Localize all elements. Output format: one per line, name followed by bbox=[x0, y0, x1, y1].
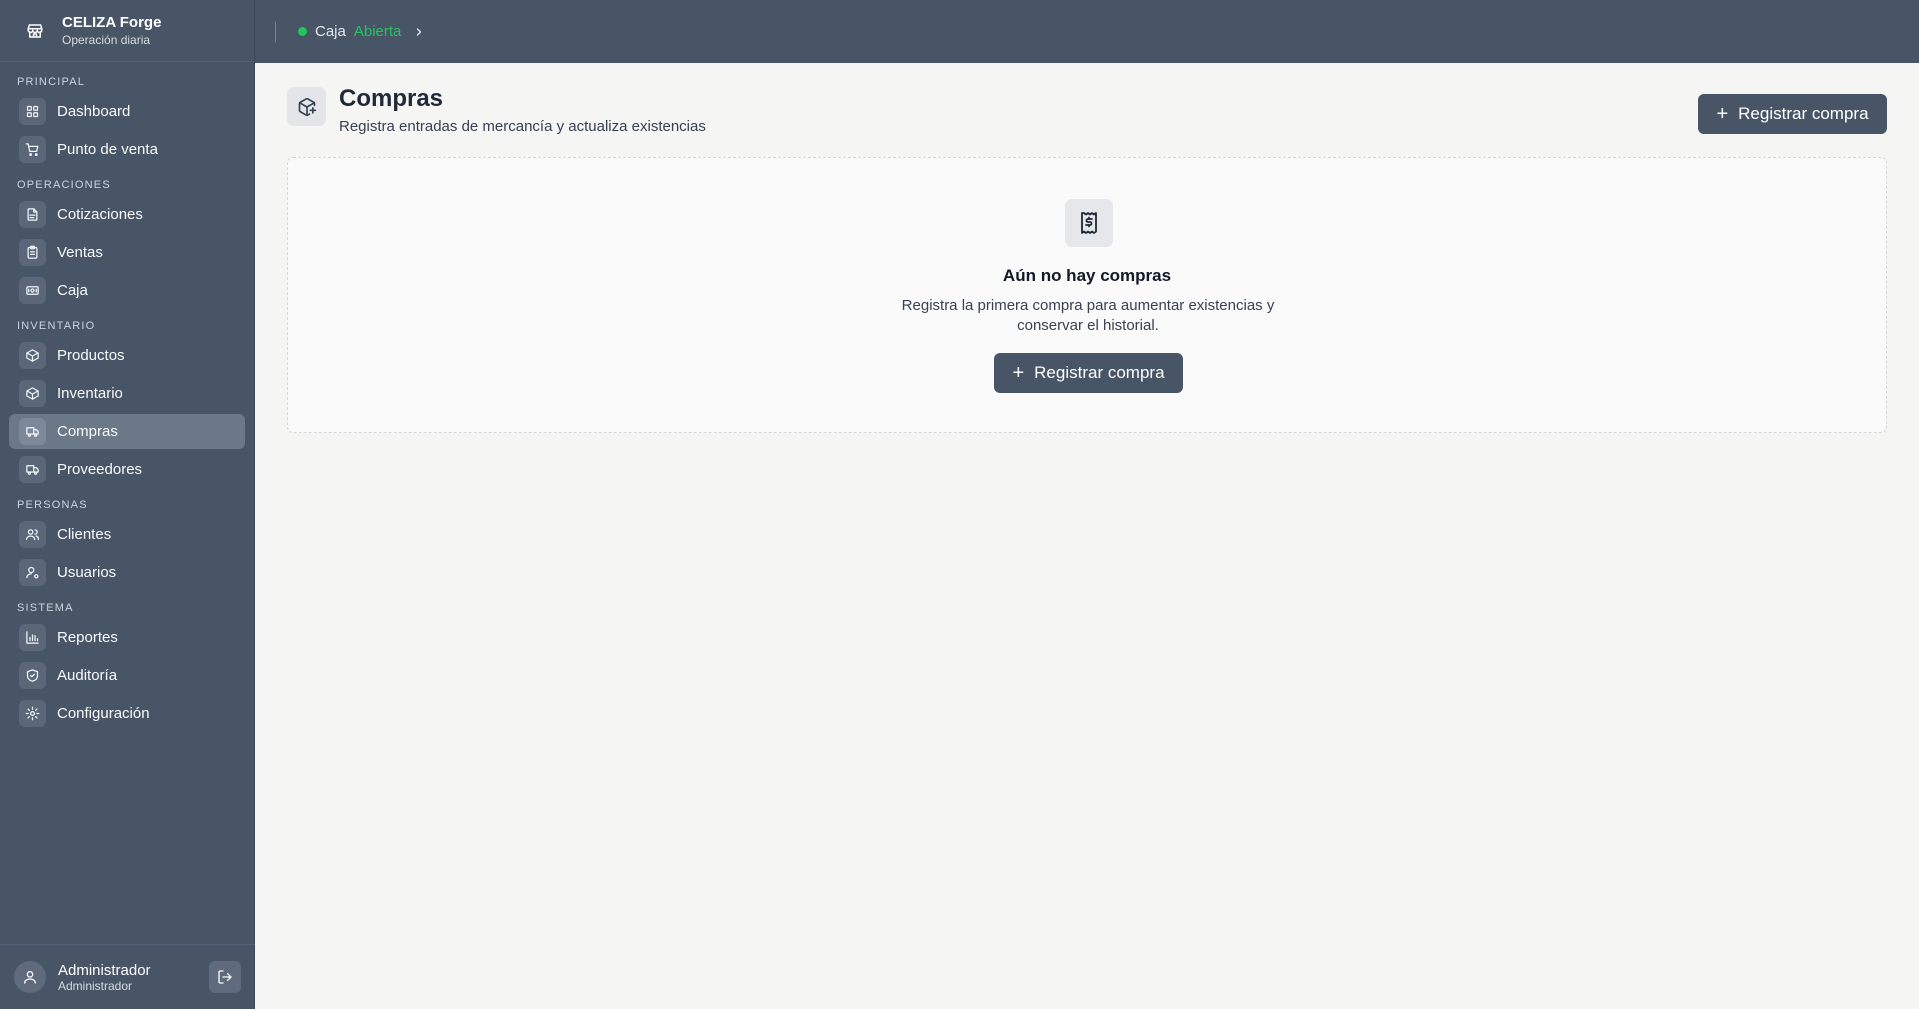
sidebar-item-proveedores[interactable]: Proveedores bbox=[9, 452, 245, 487]
cash-state: Abierta bbox=[353, 23, 402, 40]
document-icon bbox=[19, 201, 46, 228]
register-first-purchase-button[interactable]: + Registrar compra bbox=[994, 353, 1183, 393]
sidebar-item-dashboard[interactable]: Dashboard bbox=[9, 94, 245, 129]
plus-icon: + bbox=[1716, 103, 1729, 125]
brand-title: CELIZA Forge bbox=[62, 13, 162, 31]
sidebar-item-productos[interactable]: Productos bbox=[9, 338, 245, 373]
sidebar-item-caja[interactable]: Caja bbox=[9, 273, 245, 308]
sidebar-item-label: Inventario bbox=[57, 385, 123, 402]
cash-icon bbox=[19, 277, 46, 304]
sidebar-item-label: Cotizaciones bbox=[57, 206, 143, 223]
nav-section-label: INVENTARIO bbox=[17, 320, 96, 332]
nav-section-personas: PERSONAS Clientes Usuarios bbox=[0, 495, 254, 590]
sidebar-item-label: Punto de venta bbox=[57, 141, 158, 158]
plus-icon: + bbox=[1012, 362, 1025, 384]
sidebar-item-punto-de-venta[interactable]: Punto de venta bbox=[9, 132, 245, 167]
sidebar-item-label: Reportes bbox=[57, 629, 118, 646]
page-header: Compras Registra entradas de mercancía y… bbox=[287, 85, 1887, 147]
sidebar-item-label: Configuración bbox=[57, 705, 150, 722]
sidebar-item-label: Auditoría bbox=[57, 667, 118, 684]
main-content: Compras Registra entradas de mercancía y… bbox=[255, 63, 1919, 1009]
topbar: Caja Abierta bbox=[255, 0, 1919, 63]
nav-section-inventario: INVENTARIO Productos Inventario Compras Prov… bbox=[0, 316, 254, 487]
empty-state: Aún no hay compras Registra la primera c… bbox=[287, 157, 1887, 433]
receipt-icon bbox=[1065, 199, 1113, 247]
truck-icon bbox=[19, 456, 46, 483]
register-purchase-label: Registrar compra bbox=[1738, 104, 1869, 123]
users-icon bbox=[19, 521, 46, 548]
nav-section-sistema: SISTEMA Reportes Auditoría Configuración bbox=[0, 598, 254, 731]
sidebar-item-label: Usuarios bbox=[57, 564, 117, 581]
nav-section-label: PERSONAS bbox=[17, 499, 88, 511]
sidebar-item-label: Dashboard bbox=[57, 103, 131, 120]
sidebar-item-usuarios[interactable]: Usuarios bbox=[9, 555, 245, 590]
chevron-right-icon bbox=[413, 26, 425, 38]
sidebar-item-label: Caja bbox=[57, 282, 88, 299]
nav-section-label: PRINCIPAL bbox=[17, 76, 86, 88]
brand-subtitle: Operación diaria bbox=[62, 32, 151, 47]
box-icon bbox=[19, 342, 46, 369]
sidebar-item-ventas[interactable]: Ventas bbox=[9, 235, 245, 270]
user-role: Administrador bbox=[58, 978, 133, 993]
user-cog-icon bbox=[19, 559, 46, 586]
logout-icon bbox=[218, 970, 232, 984]
register-purchase-button[interactable]: + Registrar compra bbox=[1698, 94, 1887, 134]
truck-icon bbox=[19, 418, 46, 445]
empty-state-title: Aún no hay compras bbox=[1002, 266, 1172, 285]
sidebar-item-label: Clientes bbox=[57, 526, 112, 543]
store-icon bbox=[22, 18, 48, 44]
sidebar-item-cotizaciones[interactable]: Cotizaciones bbox=[9, 197, 245, 232]
sidebar-item-label: Ventas bbox=[57, 244, 103, 261]
sidebar-item-configuracion[interactable]: Configuración bbox=[9, 696, 245, 731]
nav-section-label: OPERACIONES bbox=[17, 179, 111, 191]
page-subtitle: Registra entradas de mercancía y actuali… bbox=[339, 118, 706, 135]
nav-section-principal: PRINCIPAL Dashboard Punto de venta bbox=[0, 72, 254, 167]
box-icon bbox=[19, 380, 46, 407]
sidebar-item-reportes[interactable]: Reportes bbox=[9, 620, 245, 655]
clipboard-icon bbox=[19, 239, 46, 266]
empty-state-description: Registra la primera compra para aumentar… bbox=[901, 297, 1275, 334]
register-first-purchase-label: Registrar compra bbox=[1034, 363, 1165, 382]
status-dot bbox=[298, 27, 307, 36]
brand-header: CELIZA Forge Operación diaria bbox=[0, 0, 254, 62]
sidebar-item-inventario[interactable]: Inventario bbox=[9, 376, 245, 411]
sidebar-item-clientes[interactable]: Clientes bbox=[9, 517, 245, 552]
grid-icon bbox=[19, 98, 46, 125]
chart-icon bbox=[19, 624, 46, 651]
sidebar-item-label: Proveedores bbox=[57, 461, 143, 478]
nav-section-label: SISTEMA bbox=[17, 602, 74, 614]
sidebar-item-label: Productos bbox=[57, 347, 125, 364]
page-title: Compras bbox=[339, 85, 444, 112]
cash-label: Caja bbox=[315, 23, 346, 40]
sidebar-item-compras[interactable]: Compras bbox=[9, 414, 245, 449]
cart-icon bbox=[19, 136, 46, 163]
package-plus-icon bbox=[287, 87, 326, 126]
shield-icon bbox=[19, 662, 46, 689]
avatar[interactable] bbox=[14, 961, 46, 993]
sidebar: CELIZA Forge Operación diaria PRINCIPAL D… bbox=[0, 0, 255, 1009]
sidebar-item-auditoria[interactable]: Auditoría bbox=[9, 658, 245, 693]
nav-section-operaciones: OPERACIONES Cotizaciones Ventas Caja bbox=[0, 175, 254, 308]
sidebar-item-label: Compras bbox=[57, 423, 118, 440]
gear-icon bbox=[19, 700, 46, 727]
user-name: Administrador bbox=[58, 961, 151, 979]
topbar-divider bbox=[275, 21, 276, 42]
cash-status-button[interactable]: Caja Abierta bbox=[298, 23, 425, 40]
sidebar-nav: PRINCIPAL Dashboard Punto de venta OPERACIO… bbox=[0, 62, 254, 731]
logout-button[interactable] bbox=[209, 961, 241, 993]
user-bar: Administrador Administrador bbox=[0, 944, 255, 1009]
